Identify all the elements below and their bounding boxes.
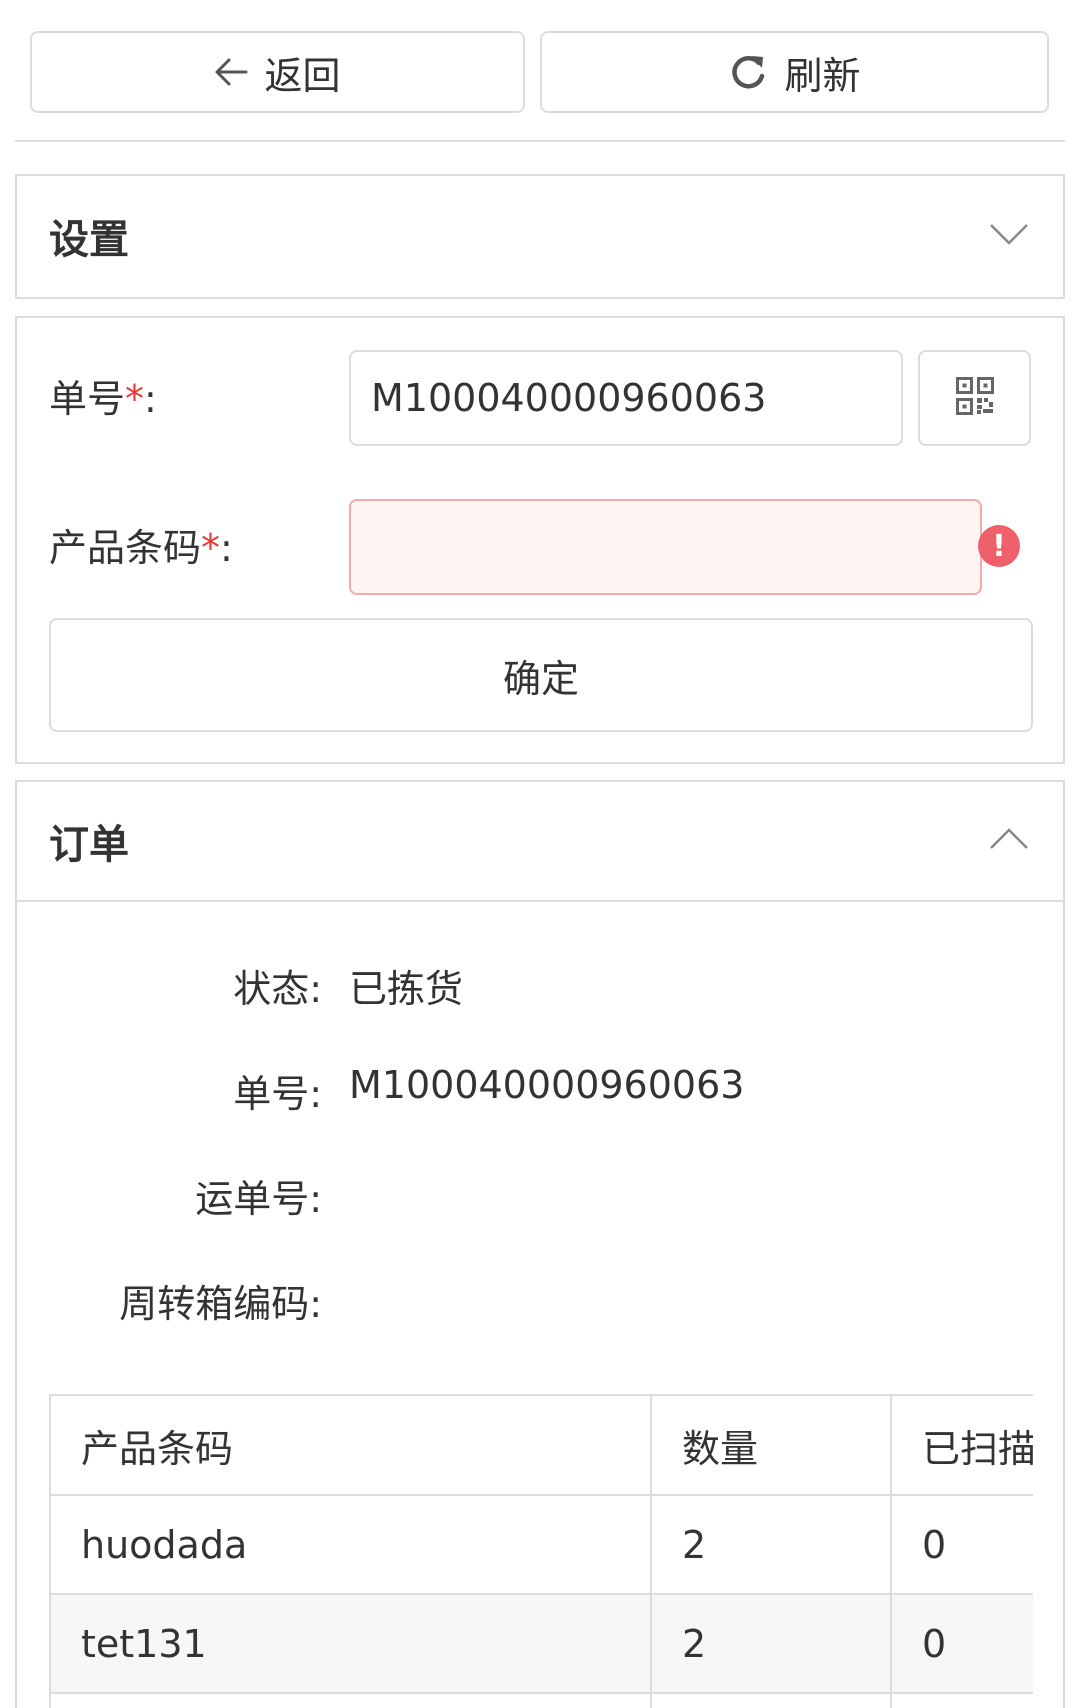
cell-quantity: 2 <box>651 1495 892 1595</box>
order-panel: 订单 状态: 已拣货 单号: M100040000960063 运单号: 周转箱… <box>15 780 1065 1708</box>
chevron-up-icon <box>989 827 1029 855</box>
order-no-input[interactable]: M100040000960063 <box>349 350 903 446</box>
waybill-label: 运单号: <box>195 1177 322 1221</box>
table-row[interactable] <box>51 1693 1033 1708</box>
required-mark: * <box>125 377 145 421</box>
order-panel-header[interactable]: 订单 <box>17 782 1063 902</box>
order-no-info-label: 单号: <box>233 1072 322 1116</box>
cell-scanned: 0 <box>891 1594 1033 1694</box>
chevron-down-icon <box>989 222 1029 250</box>
refresh-button[interactable]: 刷新 <box>540 31 1049 113</box>
cell-barcode <box>51 1693 652 1708</box>
barcode-label: 产品条码*: <box>49 526 233 570</box>
status-label: 状态: <box>233 967 322 1011</box>
confirm-button-label: 确定 <box>502 656 579 701</box>
cell-barcode: tet131 <box>51 1594 652 1694</box>
cell-quantity <box>651 1693 892 1708</box>
product-table: 产品条码 数量 已扫描 huodada 2 0 tet131 2 0 <box>51 1396 1033 1708</box>
table-row[interactable]: huodada 2 0 <box>51 1495 1033 1595</box>
arrow-left-icon <box>214 57 248 87</box>
top-toolbar: 返回 刷新 <box>0 0 1080 142</box>
product-table-scroll[interactable]: 产品条码 数量 已扫描 huodada 2 0 tet131 2 0 <box>49 1394 1033 1708</box>
cell-barcode: huodada <box>51 1495 652 1595</box>
error-icon: ! <box>978 525 1020 567</box>
order-no-row: 单号: M100040000960063 <box>17 1063 1067 1123</box>
tote-code-label: 周转箱编码: <box>119 1282 322 1326</box>
barcode-input[interactable] <box>349 499 982 595</box>
settings-panel: 设置 <box>15 174 1065 299</box>
order-no-info-value: M100040000960063 <box>349 1063 745 1107</box>
header-scanned: 已扫描 <box>891 1396 1033 1496</box>
table-row[interactable]: tet131 2 0 <box>51 1594 1033 1694</box>
header-barcode: 产品条码 <box>51 1396 652 1496</box>
order-no-label: 单号*: <box>49 377 157 421</box>
cell-scanned <box>891 1693 1033 1708</box>
cell-quantity: 2 <box>651 1594 892 1694</box>
order-no-input-value: M100040000960063 <box>371 376 767 420</box>
table-header-row: 产品条码 数量 已扫描 <box>51 1396 1033 1496</box>
refresh-icon <box>728 52 768 92</box>
required-mark: * <box>201 526 221 570</box>
header-quantity: 数量 <box>651 1396 892 1496</box>
qr-code-icon <box>955 377 994 419</box>
tote-code-row: 周转箱编码: <box>17 1273 1067 1333</box>
status-row: 状态: 已拣货 <box>17 958 1067 1018</box>
settings-panel-title: 设置 <box>49 217 129 263</box>
refresh-button-label: 刷新 <box>784 53 861 98</box>
toolbar-divider <box>15 140 1065 142</box>
confirm-button[interactable]: 确定 <box>49 618 1033 732</box>
waybill-row: 运单号: <box>17 1168 1067 1228</box>
cell-scanned: 0 <box>891 1495 1033 1595</box>
qr-scan-button[interactable] <box>918 350 1031 446</box>
back-button[interactable]: 返回 <box>30 31 525 113</box>
back-button-label: 返回 <box>264 53 341 98</box>
settings-panel-header[interactable]: 设置 <box>17 176 1063 296</box>
status-value: 已拣货 <box>349 967 464 1011</box>
order-panel-title: 订单 <box>49 822 129 868</box>
scan-form-panel: 单号*: M100040000960063 产品条码*: ! 确定 <box>15 316 1065 764</box>
